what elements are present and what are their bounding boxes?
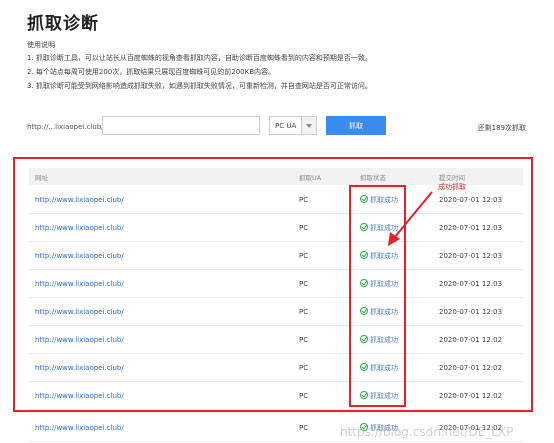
url-prefix: http://...lixiaopei.club/ xyxy=(27,123,104,131)
row-ua: PC xyxy=(299,424,309,432)
annotation-outer-box xyxy=(13,157,533,412)
usage-line-2: 2. 每个站点每周可使用200次，抓取结果只展现百度蜘蛛可见的前200KB内容。 xyxy=(27,68,276,76)
page-title: 抓取诊断 xyxy=(27,14,99,34)
ua-select-value: PC UA xyxy=(275,122,297,130)
ua-select[interactable]: PC UA xyxy=(269,116,317,135)
usage-title: 使用说明 xyxy=(27,41,55,49)
usage-line-1: 1. 抓取诊断工具，可以让站长从百度蜘蛛的视角查看抓取内容，自助诊断百度蜘蛛看到… xyxy=(27,54,372,62)
fetch-button[interactable]: 抓取 xyxy=(326,116,386,135)
remaining-count: 还剩189次抓取 xyxy=(477,124,526,132)
watermark: https://blog.csdn.net/DE_LXP xyxy=(340,425,514,439)
annotation-status-box xyxy=(349,185,406,407)
row-url-link[interactable]: http://www.lixiaopei.club/ xyxy=(35,424,124,432)
chevron-down-icon[interactable] xyxy=(301,117,316,134)
annotation-label: 成功抓取 xyxy=(438,183,466,191)
url-input[interactable] xyxy=(102,116,260,135)
usage-line-3: 3. 抓取诊断可能受到网络影响造成抓取失败，如遇到抓取失败情况，可重新检测，并自… xyxy=(27,82,372,90)
